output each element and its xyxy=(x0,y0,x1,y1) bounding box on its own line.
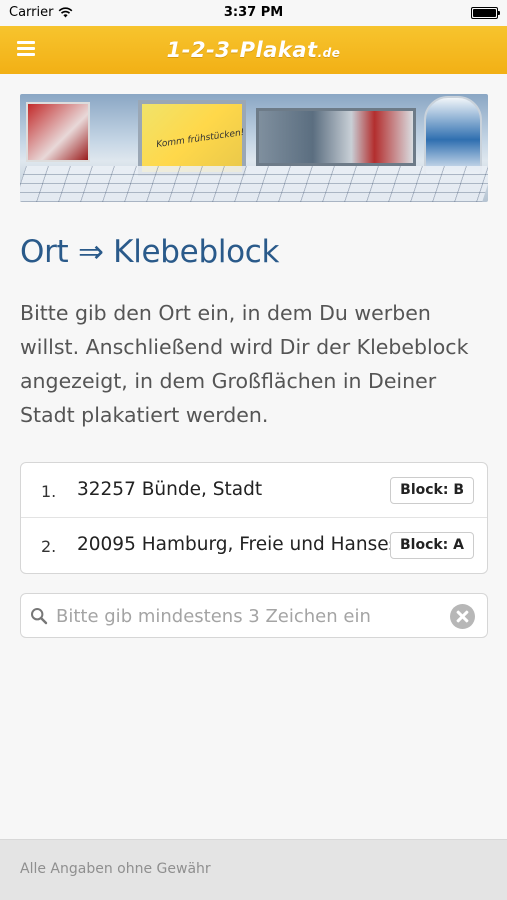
list-item-place: 32257 Bünde, Stadt xyxy=(77,479,263,500)
header-banner-image: Komm frühstücken! xyxy=(20,94,488,202)
hamburger-menu-icon[interactable] xyxy=(17,41,35,56)
list-item-place: 20095 Hamburg, Freie und Hansestadt xyxy=(77,534,395,555)
block-badge: Block: B xyxy=(390,477,474,504)
status-bar: Carrier 3:37 PM xyxy=(0,0,507,26)
battery-icon xyxy=(471,7,500,19)
banner-poster-billboard xyxy=(256,108,416,166)
list-item-number: 1. xyxy=(41,482,57,501)
search-bar xyxy=(20,593,488,638)
results-list: 1. 32257 Bünde, Stadt Block: B 2. 20095 … xyxy=(20,462,488,574)
search-icon xyxy=(31,608,48,625)
clear-icon[interactable] xyxy=(450,604,475,629)
status-time: 3:37 PM xyxy=(223,5,284,20)
intro-text: Bitte gib den Ort ein, in dem Du werben … xyxy=(20,301,469,427)
logo-main: 1-2-3-Plakat xyxy=(166,38,318,62)
list-item[interactable]: 2. 20095 Hamburg, Freie und Hansestadt B… xyxy=(21,518,487,573)
navbar: 1-2-3-Plakat.de xyxy=(0,26,507,74)
banner-advertising-column xyxy=(424,96,482,176)
banner-poster-red xyxy=(26,102,90,162)
list-item-number: 2. xyxy=(41,537,57,556)
block-badge: Block: A xyxy=(389,532,474,559)
page-title: Ort ⇒ Klebeblock xyxy=(20,234,280,270)
footer-disclaimer: Alle Angaben ohne Gewähr xyxy=(20,861,211,877)
search-input[interactable] xyxy=(56,600,446,632)
logo-suffix: .de xyxy=(317,46,341,60)
footer: Alle Angaben ohne Gewähr xyxy=(0,839,507,900)
banner-calendar-grid xyxy=(20,166,488,202)
list-item[interactable]: 1. 32257 Bünde, Stadt Block: B xyxy=(21,463,487,518)
app-logo: 1-2-3-Plakat.de xyxy=(167,38,341,62)
